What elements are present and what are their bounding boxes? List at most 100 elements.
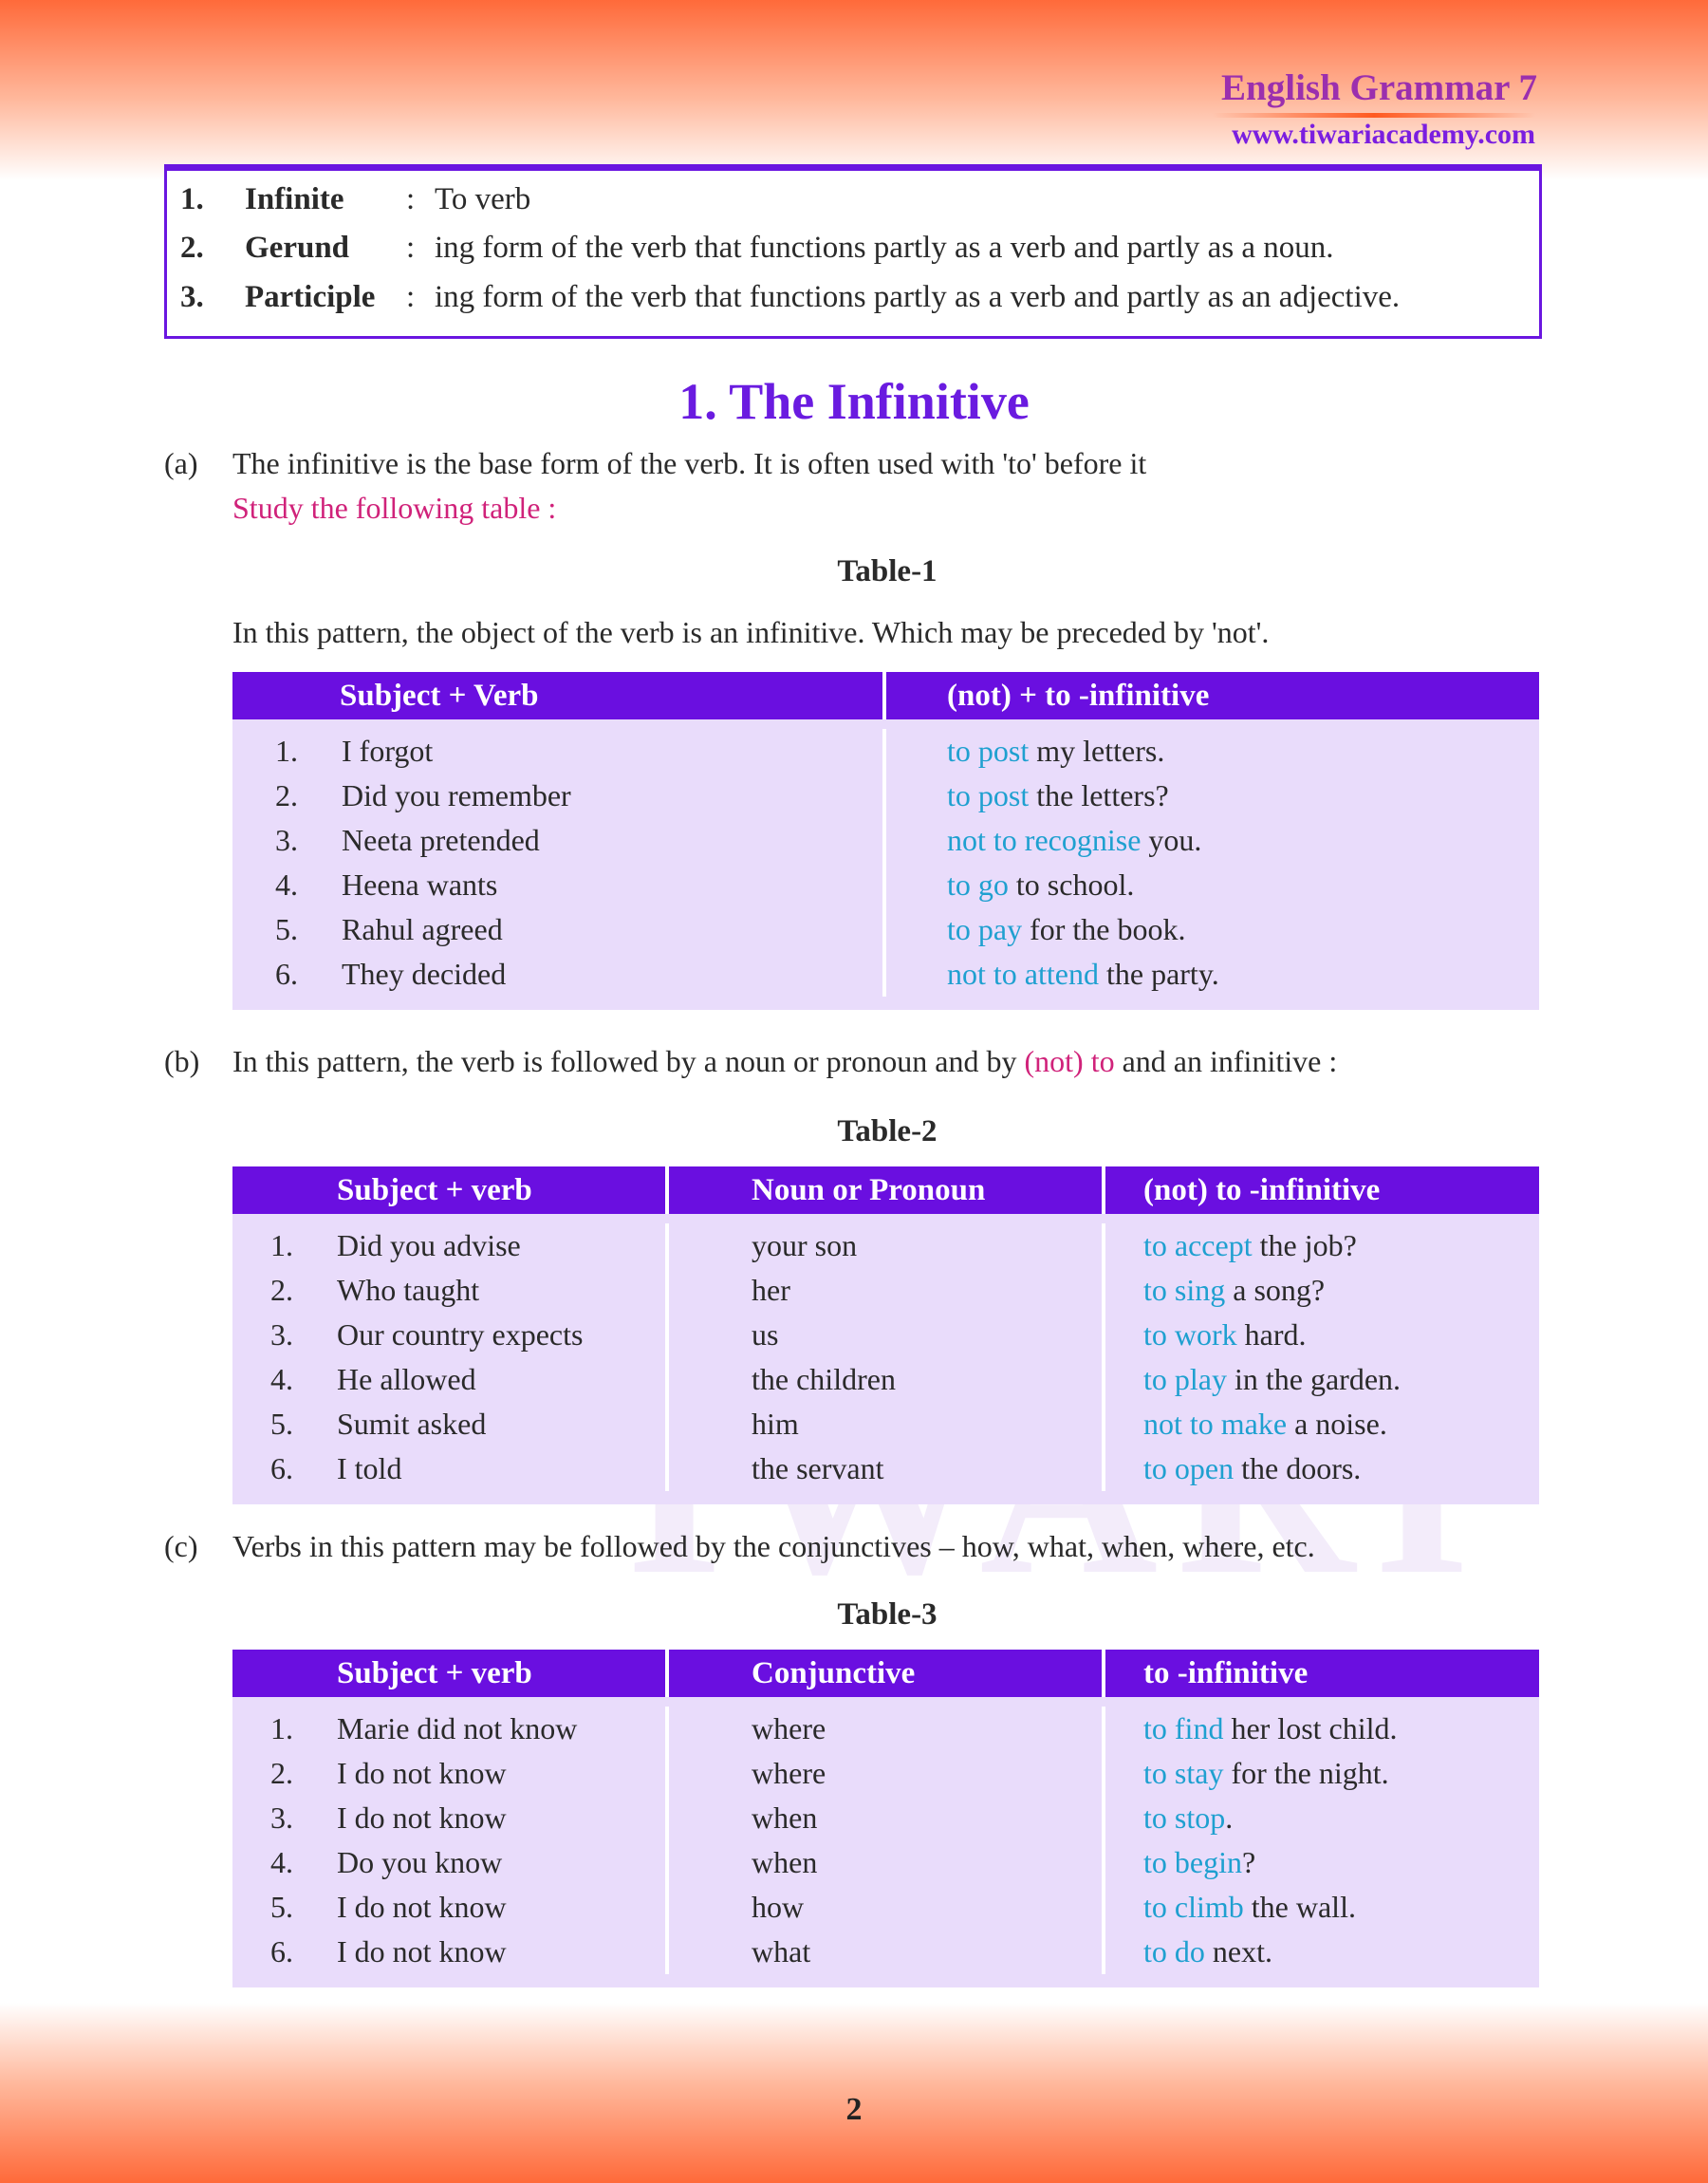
table-2: Subject + verb Noun or Pronoun (not) to -i… xyxy=(232,1166,1539,1504)
table-cell: 2. Did you remember xyxy=(232,774,886,818)
para-b: (b) In this pattern, the verb is followed… xyxy=(164,1044,1337,1079)
def-sep: : xyxy=(406,182,416,216)
column-header: Conjunctive xyxy=(669,1650,1105,1697)
table-cell: to begin? xyxy=(1105,1840,1539,1885)
infinitive-highlight: to post xyxy=(947,778,1030,812)
para-highlight: (not) to xyxy=(1024,1044,1115,1078)
table-cell: how xyxy=(669,1885,1105,1930)
table-cell: 4. Heena wants xyxy=(232,863,886,907)
table-cell: 4. Do you know xyxy=(232,1840,669,1885)
subject-verb: He allowed xyxy=(337,1362,476,1396)
table-cell: 6. They decided xyxy=(232,952,886,997)
table-cell: to stop. xyxy=(1105,1796,1539,1840)
subject-verb: I do not know xyxy=(337,1756,507,1790)
infinitive-highlight: to work xyxy=(1143,1317,1237,1352)
column-header: Noun or Pronoun xyxy=(669,1166,1105,1214)
table-cell: 3. Our country expects xyxy=(232,1313,669,1357)
para-text: and an infinitive : xyxy=(1114,1044,1338,1078)
table1-label: Table-1 xyxy=(837,554,938,588)
infinitive-rest: the doors. xyxy=(1234,1451,1362,1485)
infinitive-rest: my letters. xyxy=(1029,734,1165,768)
cell-text: him xyxy=(752,1407,799,1441)
cell-text: the servant xyxy=(752,1451,884,1485)
subject-verb: I do not know xyxy=(337,1890,507,1924)
cell-text: us xyxy=(752,1317,779,1352)
subject-verb: They decided xyxy=(342,957,507,991)
infinitive-rest: the letters? xyxy=(1029,778,1169,812)
subject-verb: Did you advise xyxy=(337,1228,521,1262)
row-number: 1. xyxy=(275,734,298,768)
def-text: ing form of the verb that functions part… xyxy=(435,280,1401,314)
table-cell: us xyxy=(669,1313,1105,1357)
column-header: (not) to -infinitive xyxy=(1143,1172,1381,1207)
column-header: Subject + Verb xyxy=(232,672,886,719)
para-text: In this pattern, the verb is followed by… xyxy=(232,1044,1025,1078)
row-number: 5. xyxy=(270,1407,293,1441)
row-number: 2. xyxy=(275,778,298,812)
infinitive-highlight: to begin xyxy=(1143,1845,1242,1879)
table-cell: to do next. xyxy=(1105,1930,1539,1974)
subject-verb: Sumit asked xyxy=(337,1407,487,1441)
table-cell: 2. I do not know xyxy=(232,1751,669,1796)
infinitive-highlight: not to attend xyxy=(947,957,1099,991)
header-divider xyxy=(1213,113,1535,118)
table-cell: not to attend the party. xyxy=(886,952,1539,997)
table-cell: him xyxy=(669,1402,1105,1446)
subject-verb: Who taught xyxy=(337,1273,480,1307)
table-header: Subject + Verb (not) + to -infinitive xyxy=(232,672,1539,719)
table-cell: to sing a song? xyxy=(1105,1268,1539,1313)
row-number: 6. xyxy=(270,1934,293,1968)
table-cell: where xyxy=(669,1707,1105,1751)
book-title: English Grammar 7 xyxy=(1221,67,1537,108)
table-cell: to work hard. xyxy=(1105,1313,1539,1357)
def-number: 1. xyxy=(180,182,204,216)
table-cell: the children xyxy=(669,1357,1105,1402)
table-cell: what xyxy=(669,1930,1105,1974)
website-link[interactable]: www.tiwariacademy.com xyxy=(1232,119,1535,151)
para-label: (a) xyxy=(164,446,198,480)
infinitive-rest: for the book. xyxy=(1022,912,1186,946)
table-cell: 5. Sumit asked xyxy=(232,1402,669,1446)
row-number: 3. xyxy=(275,823,298,857)
para-label: (c) xyxy=(164,1529,198,1563)
table-cell: 4. He allowed xyxy=(232,1357,669,1402)
def-text: To verb xyxy=(435,182,531,216)
table-cell: to stay for the night. xyxy=(1105,1751,1539,1796)
para-label: (b) xyxy=(164,1044,200,1078)
infinitive-highlight: not to make xyxy=(1143,1407,1288,1441)
infinitive-highlight: to stop xyxy=(1143,1801,1226,1835)
row-number: 5. xyxy=(275,912,298,946)
table-cell: to climb the wall. xyxy=(1105,1885,1539,1930)
table-cell: 3. I do not know xyxy=(232,1796,669,1840)
infinitive-highlight: to go xyxy=(947,868,1009,902)
subject-verb: Do you know xyxy=(337,1845,503,1879)
infinitive-highlight: not to recognise xyxy=(947,823,1142,857)
table-cell: to post the letters? xyxy=(886,774,1539,818)
subject-verb: Heena wants xyxy=(342,868,498,902)
infinitive-highlight: to sing xyxy=(1143,1273,1226,1307)
subject-verb: Neeta pretended xyxy=(342,823,540,857)
subject-verb: I do not know xyxy=(337,1801,507,1835)
infinitive-rest: you. xyxy=(1141,823,1202,857)
para-text: Verbs in this pattern may be followed by… xyxy=(232,1529,1315,1563)
table-cell: the servant xyxy=(669,1446,1105,1491)
infinitive-rest: in the garden. xyxy=(1226,1362,1402,1396)
table-cell: 2. Who taught xyxy=(232,1268,669,1313)
infinitive-rest: a noise. xyxy=(1287,1407,1387,1441)
cell-text: where xyxy=(752,1756,826,1790)
row-number: 4. xyxy=(270,1362,293,1396)
subject-verb: Rahul agreed xyxy=(342,912,503,946)
table-header: Subject + verb Noun or Pronoun (not) to -i… xyxy=(232,1166,1539,1214)
infinitive-rest: her lost child. xyxy=(1223,1711,1398,1745)
para-a: (a) The infinitive is the base form of th… xyxy=(164,446,1146,481)
study-instruction: Study the following table : xyxy=(232,491,557,525)
row-number: 1. xyxy=(270,1711,293,1745)
infinitive-rest: the party. xyxy=(1098,957,1219,991)
def-text: ing form of the verb that functions part… xyxy=(435,231,1334,265)
cell-text: her xyxy=(752,1273,790,1307)
row-number: 2. xyxy=(270,1273,293,1307)
def-term: Infinite xyxy=(245,182,344,216)
table-header: Subject + verb Conjunctive to -infinitive xyxy=(232,1650,1539,1697)
row-number: 1. xyxy=(270,1228,293,1262)
subject-verb: Marie did not know xyxy=(337,1711,578,1745)
